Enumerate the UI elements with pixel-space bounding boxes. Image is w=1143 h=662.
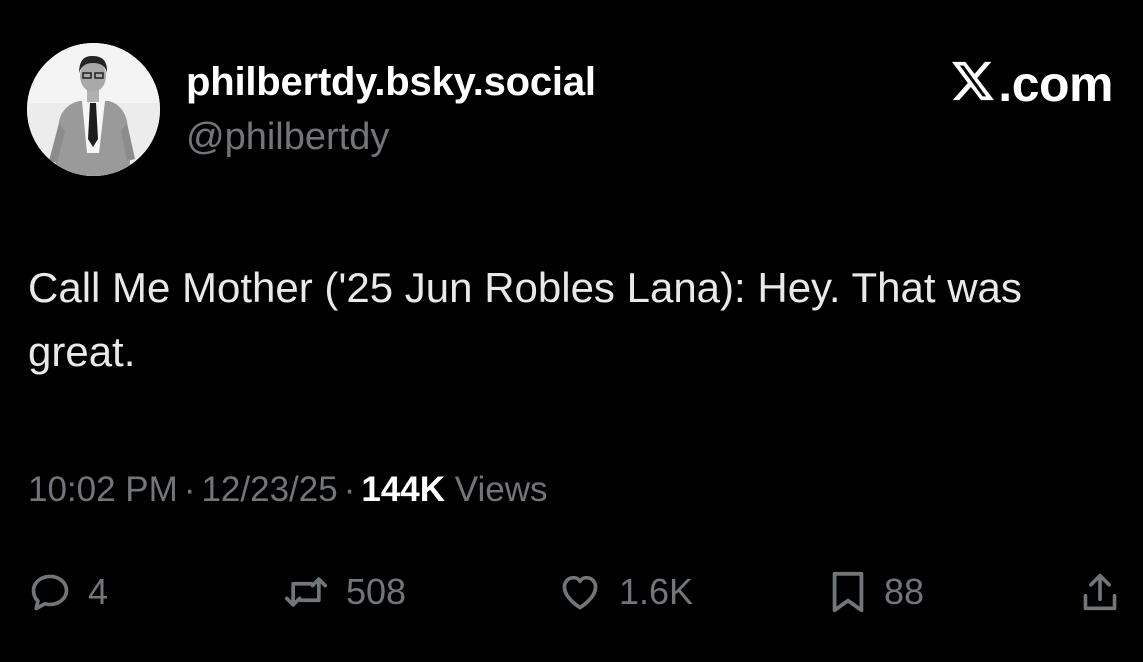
avatar-photo [27,43,160,176]
views-count: 144K [361,470,446,509]
x-logo-icon [950,60,996,109]
bookmark-icon [828,569,868,615]
share-icon [1080,569,1120,615]
bookmark-count: 88 [884,571,925,612]
meta-separator: · [343,470,356,509]
display-name[interactable]: philbertdy.bsky.social [186,60,596,105]
tweet-meta: 10:02 PM · 12/23/25 · 144K Views [28,470,548,510]
like-button[interactable]: 1.6K [557,562,693,622]
bookmark-button[interactable]: 88 [828,562,924,622]
handle[interactable]: @philbertdy [186,116,389,159]
tweet-date[interactable]: 12/23/25 [201,470,337,509]
like-count: 1.6K [619,571,694,612]
share-button[interactable] [1080,562,1120,622]
repost-button[interactable]: 508 [282,562,406,622]
repost-count: 508 [346,571,407,612]
action-bar: 4 508 1.6K 88 [28,562,1120,622]
reply-button[interactable]: 4 [28,562,108,622]
reply-count: 4 [88,571,109,612]
avatar[interactable] [27,43,160,176]
reply-icon [28,570,72,614]
tweet-text: Call Me Mother ('25 Jun Robles Lana): He… [28,264,1022,375]
views-label: Views [454,470,548,509]
brand-logo: .com [950,56,1113,112]
brand-text: .com [998,56,1113,112]
meta-separator: · [183,470,196,509]
tweet-time[interactable]: 10:02 PM [28,470,178,509]
repost-icon [282,570,330,614]
heart-icon [557,570,603,614]
